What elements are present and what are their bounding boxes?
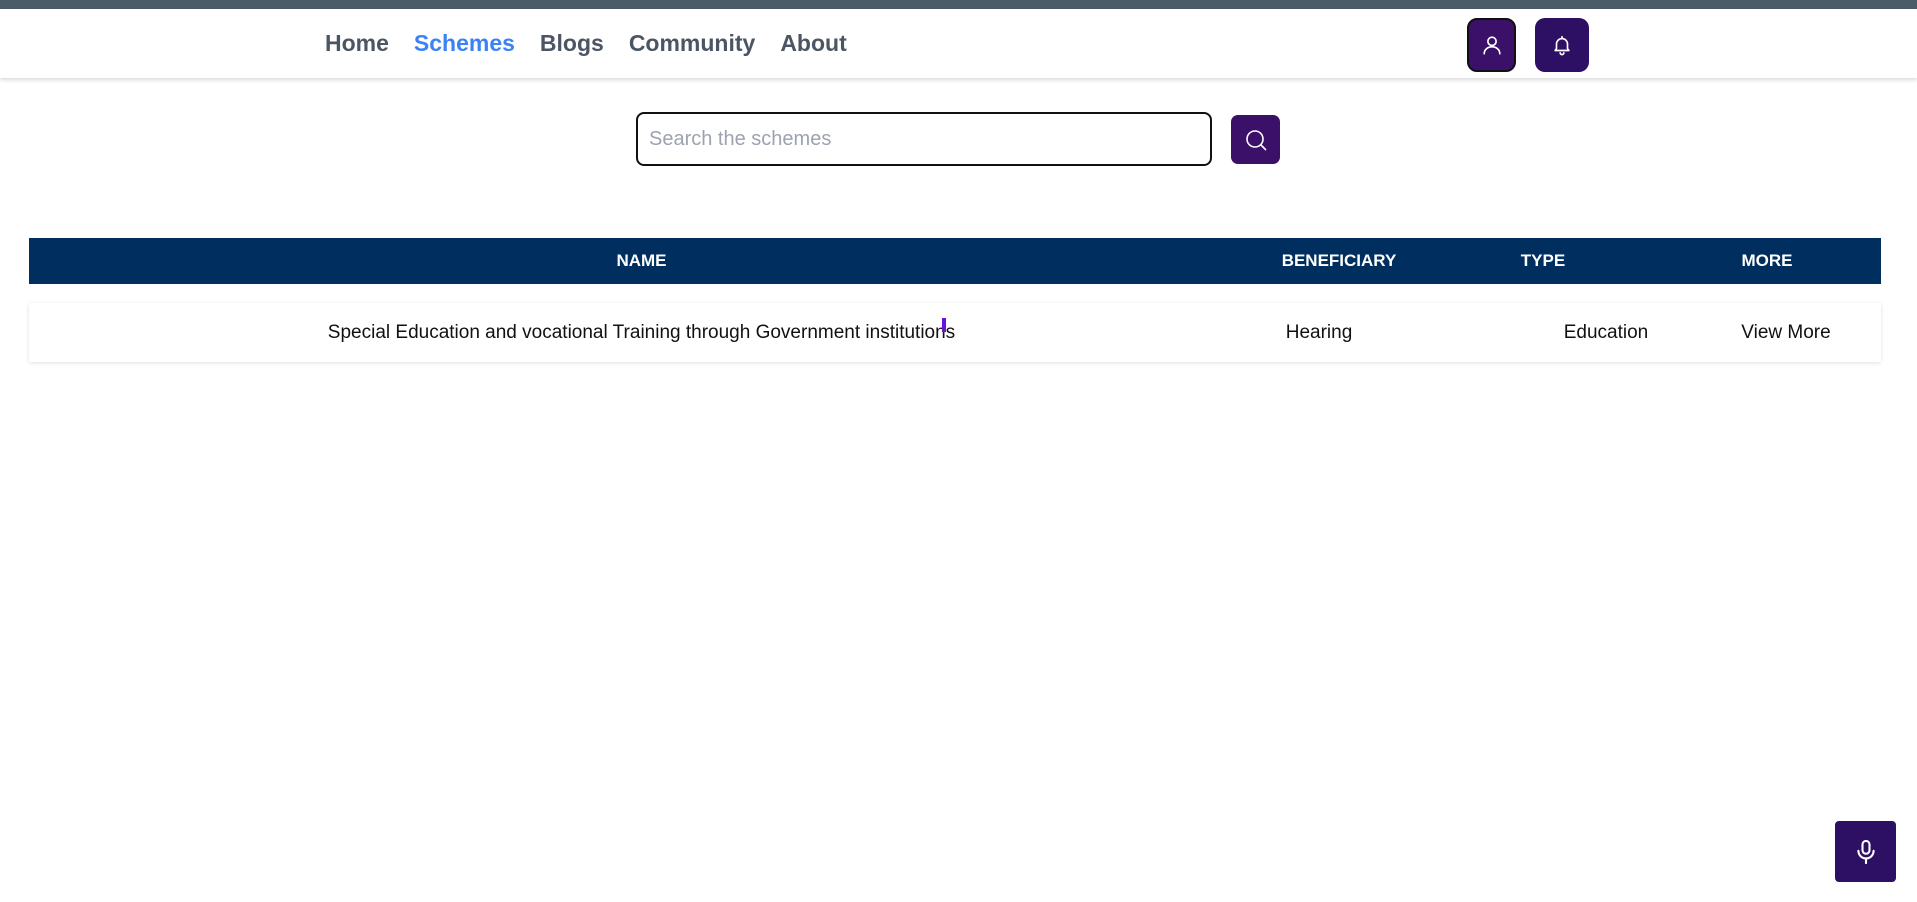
nav-community[interactable]: Community xyxy=(629,30,756,57)
notifications-button[interactable] xyxy=(1535,18,1589,72)
column-header-beneficiary[interactable]: BENEFICIARY xyxy=(1254,238,1424,284)
scheme-beneficiary: Hearing xyxy=(1285,321,1353,343)
bell-icon xyxy=(1554,35,1570,56)
search-icon xyxy=(1245,129,1266,150)
microphone-icon xyxy=(1856,839,1875,864)
table-header: NAME BENEFICIARY TYPE MORE xyxy=(29,238,1881,284)
nav-home[interactable]: Home xyxy=(325,30,389,57)
nav-about[interactable]: About xyxy=(780,30,846,57)
navbar: Home Schemes Blogs Community About xyxy=(0,9,1917,78)
profile-button[interactable] xyxy=(1467,18,1516,72)
view-more-link[interactable]: View More xyxy=(1686,303,1886,362)
scheme-name: Special Education and vocational Trainin… xyxy=(327,321,956,343)
column-header-name[interactable]: NAME xyxy=(29,238,1254,284)
top-strip xyxy=(0,0,1917,9)
nav-links: Home Schemes Blogs Community About xyxy=(325,9,872,78)
column-header-more[interactable]: MORE xyxy=(1717,238,1817,284)
column-header-type[interactable]: TYPE xyxy=(1469,238,1617,284)
search-button[interactable] xyxy=(1231,115,1280,164)
voice-search-button[interactable] xyxy=(1835,821,1896,882)
user-icon xyxy=(1482,36,1501,55)
text-cursor xyxy=(942,318,946,332)
search-input[interactable] xyxy=(636,112,1212,166)
table-row[interactable]: Special Education and vocational Trainin… xyxy=(29,303,1881,362)
nav-schemes[interactable]: Schemes xyxy=(414,30,515,57)
nav-blogs[interactable]: Blogs xyxy=(540,30,604,57)
